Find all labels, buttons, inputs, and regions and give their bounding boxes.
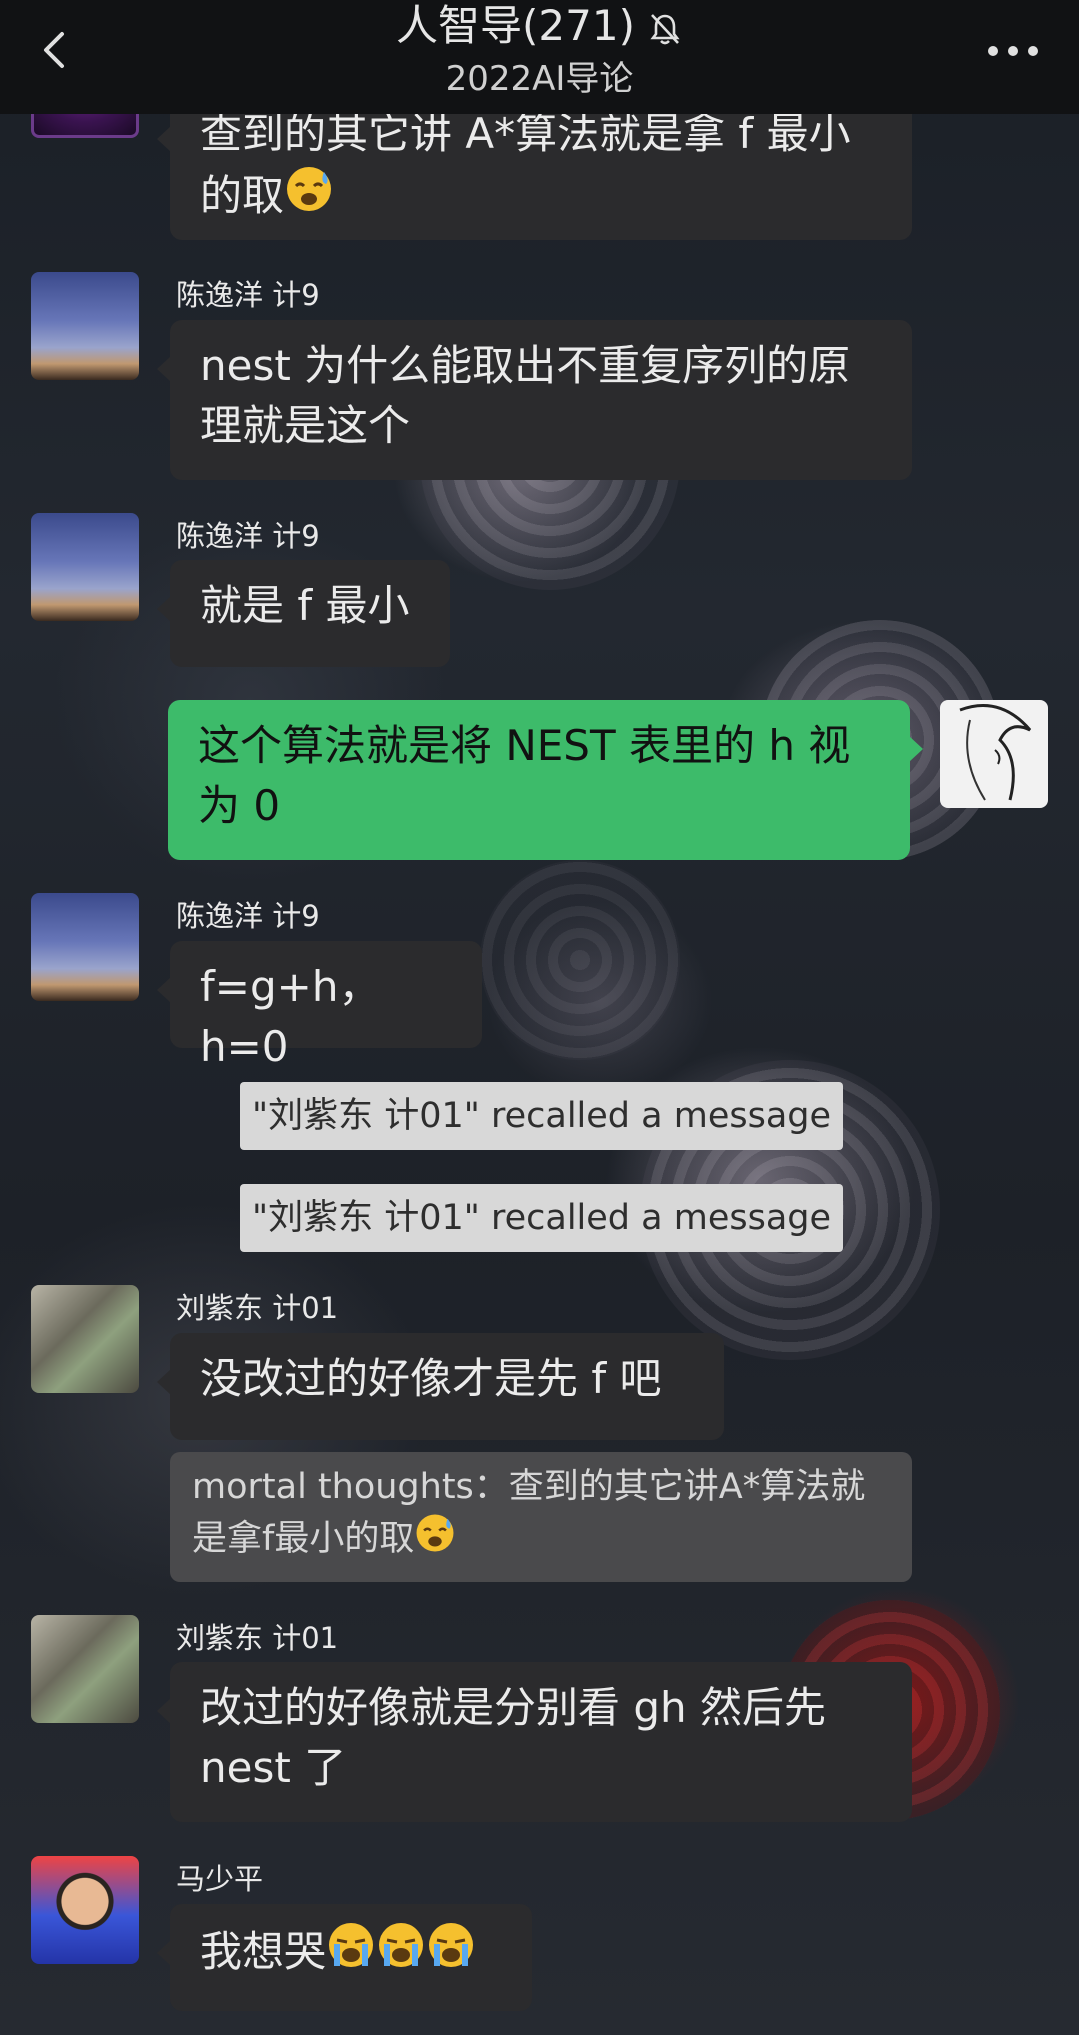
message-bubble[interactable]: 没改过的好像才是先 f 吧: [157, 1333, 724, 1440]
sketch-portrait-icon: [959, 704, 1032, 801]
sweat-smile-emoji-icon: [416, 1514, 454, 1552]
avatar[interactable]: [31, 513, 139, 621]
sender-name: 刘紫东 计01: [176, 1621, 339, 1655]
sender-name: 刘紫东 计01: [176, 1291, 339, 1325]
message-bubble[interactable]: 我想哭: [157, 1904, 532, 2011]
message-bubble[interactable]: 就是 f 最小: [157, 560, 450, 667]
message-text: 我想哭: [200, 1927, 327, 1976]
message-bubble[interactable]: 改过的好像就是分别看 gh 然后先 nest 了: [157, 1662, 912, 1822]
message-bubble[interactable]: nest 为什么能取出不重复序列的原理就是这个: [157, 320, 912, 480]
crying-face-emoji-icon: [329, 1923, 474, 1967]
message-text: nest 为什么能取出不重复序列的原理就是这个: [200, 341, 851, 450]
group-subtitle: 2022AI导论: [445, 59, 634, 99]
sender-name: 马少平: [176, 1862, 264, 1896]
recall-notice: "刘紫东 计01" recalled a message: [240, 1184, 844, 1252]
group-name: 人智导(271): [396, 1, 635, 50]
chat-title: 人智导(271): [0, 2, 1079, 50]
avatar[interactable]: [31, 1856, 139, 1964]
quoted-text: mortal thoughts：查到的其它讲A*算法就是拿f最小的取: [192, 1467, 866, 1559]
message-bubble-outgoing[interactable]: 这个算法就是将 NEST 表里的 h 视为 0: [168, 700, 923, 860]
chat-header: 人智导(271) 2022AI导论: [0, 0, 1079, 114]
message-bubble[interactable]: f=g+h，h=0: [157, 941, 482, 1071]
message-text: 就是 f 最小: [200, 581, 410, 630]
quoted-message[interactable]: mortal thoughts：查到的其它讲A*算法就是拿f最小的取: [170, 1452, 912, 1582]
avatar-self[interactable]: [940, 700, 1048, 808]
sender-name: 陈逸洋 计9: [176, 278, 320, 312]
message-text: 这个算法就是将 NEST 表里的 h 视为 0: [198, 721, 851, 830]
sweat-smile-emoji-icon: [287, 167, 332, 211]
avatar[interactable]: [31, 893, 139, 1001]
avatar[interactable]: [31, 1615, 139, 1723]
recall-notice: "刘紫东 计01" recalled a message: [240, 1082, 844, 1150]
sender-name: 陈逸洋 计9: [176, 519, 320, 553]
message-text: 没改过的好像才是先 f 吧: [200, 1354, 662, 1403]
message-text: 改过的好像就是分别看 gh 然后先 nest 了: [200, 1683, 826, 1792]
mute-bell-icon: [650, 13, 680, 44]
sender-name: 陈逸洋 计9: [176, 899, 320, 933]
avatar[interactable]: [31, 272, 139, 380]
more-dots-icon[interactable]: [983, 36, 1043, 66]
avatar[interactable]: [31, 1285, 139, 1393]
